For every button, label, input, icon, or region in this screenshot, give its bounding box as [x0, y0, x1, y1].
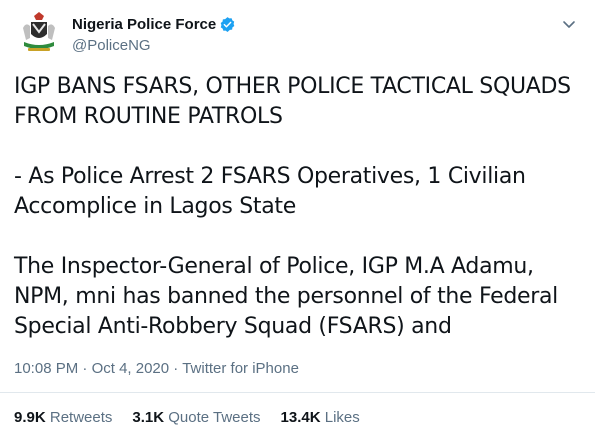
tweet-paragraph: - As Police Arrest 2 FSARS Operatives, 1…	[14, 164, 526, 219]
tweet-meta: 10:08 PM · Oct 4, 2020 · Twitter for iPh…	[14, 359, 299, 378]
quotes-count: 3.1K	[132, 409, 165, 426]
display-name[interactable]: Nigeria Police Force	[72, 15, 216, 34]
tweet-stats: 9.9K Retweets 3.1K Quote Tweets 13.4K Li…	[14, 408, 360, 427]
likes-stat[interactable]: 13.4K Likes	[281, 408, 360, 427]
tweet-text: IGP BANS FSARS, OTHER POLICE TACTICAL SQ…	[14, 72, 584, 342]
divider	[0, 392, 595, 393]
more-options-button[interactable]	[557, 12, 581, 36]
quotes-label: Quote Tweets	[168, 409, 261, 426]
tweet-paragraph: The Inspector-General of Police, IGP M.A…	[14, 254, 558, 339]
tweet-paragraph: IGP BANS FSARS, OTHER POLICE TACTICAL SQ…	[14, 74, 571, 129]
police-crest-icon	[14, 8, 64, 58]
tweet-header: Nigeria Police Force @PoliceNG	[14, 8, 581, 58]
retweets-count: 9.9K	[14, 409, 46, 426]
tweet-card: Nigeria Police Force @PoliceNG IGP BANS …	[0, 0, 595, 440]
likes-count: 13.4K	[280, 409, 321, 426]
verified-badge-icon	[220, 17, 235, 32]
author-names: Nigeria Police Force @PoliceNG	[72, 15, 236, 55]
meta-separator: ·	[82, 360, 88, 377]
author-handle[interactable]: @PoliceNG	[72, 36, 236, 55]
tweet-source[interactable]: Twitter for iPhone	[182, 360, 299, 377]
display-name-row[interactable]: Nigeria Police Force	[72, 15, 236, 34]
chevron-down-icon	[563, 21, 575, 28]
meta-separator: ·	[173, 360, 179, 377]
retweets-label: Retweets	[49, 409, 113, 426]
quote-tweets-stat[interactable]: 3.1K Quote Tweets	[132, 408, 260, 427]
retweets-stat[interactable]: 9.9K Retweets	[14, 408, 112, 427]
likes-label: Likes	[324, 409, 360, 426]
avatar[interactable]	[14, 8, 64, 58]
tweet-time[interactable]: 10:08 PM	[14, 360, 78, 377]
tweet-date[interactable]: Oct 4, 2020	[92, 360, 170, 377]
